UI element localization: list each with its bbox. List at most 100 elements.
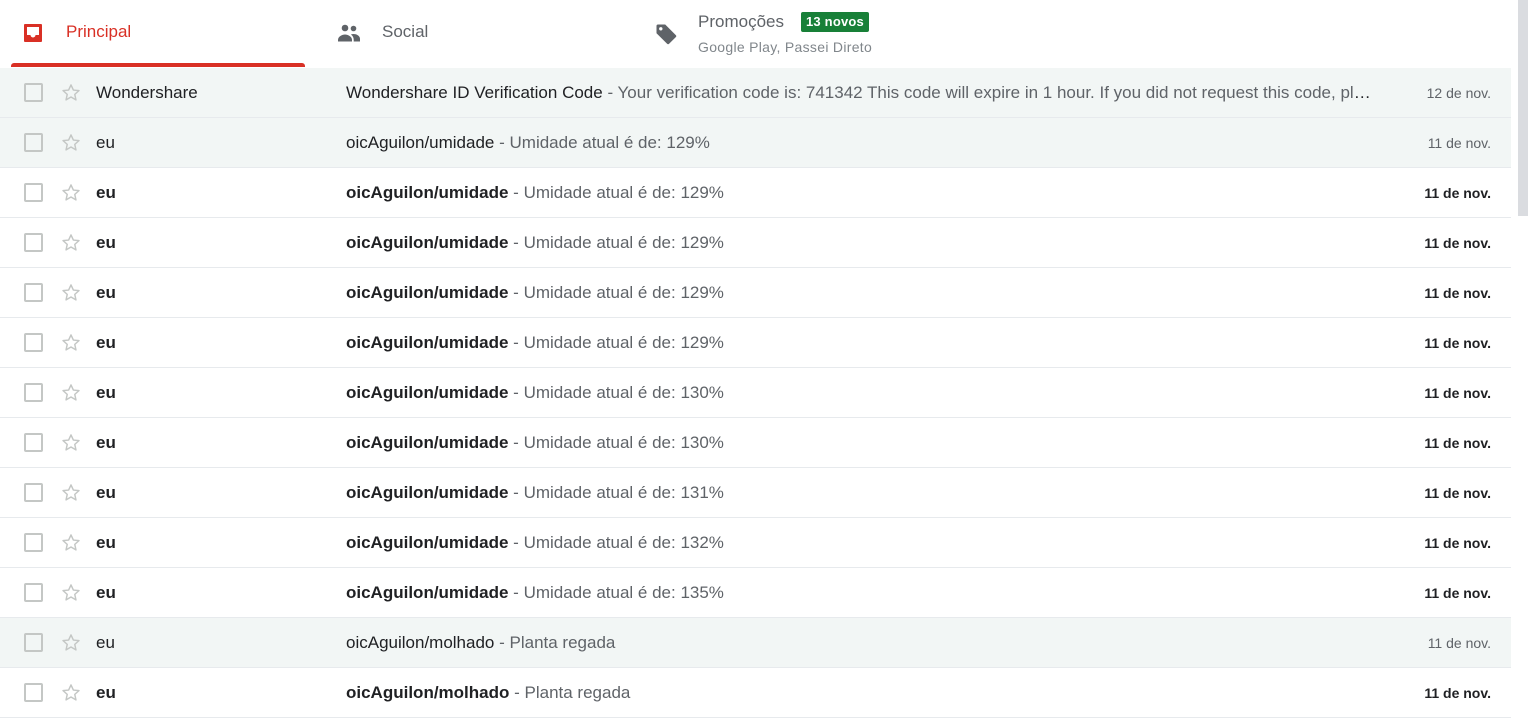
email-separator: - xyxy=(508,283,524,302)
email-sender: eu xyxy=(96,483,116,502)
email-row[interactable]: eu oicAguilon/umidade - Umidade atual é d… xyxy=(0,568,1511,618)
email-row[interactable]: eu oicAguilon/molhado - Planta regada 11 d… xyxy=(0,668,1511,718)
email-date: 11 de nov. xyxy=(1424,485,1491,501)
email-row[interactable]: eu oicAguilon/umidade - Umidade atual é d… xyxy=(0,218,1511,268)
star-icon[interactable] xyxy=(60,232,82,254)
email-sender: eu xyxy=(96,433,116,452)
email-separator: - xyxy=(508,583,524,602)
star-icon[interactable] xyxy=(60,532,82,554)
star-icon[interactable] xyxy=(60,282,82,304)
star-icon[interactable] xyxy=(60,682,82,704)
star-icon[interactable] xyxy=(60,382,82,404)
tag-icon xyxy=(656,24,677,45)
email-sender: eu xyxy=(96,333,116,352)
select-checkbox[interactable] xyxy=(24,333,43,352)
email-row[interactable]: eu oicAguilon/umidade - Umidade atual é d… xyxy=(0,368,1511,418)
tab-promocoes-label: Promoções xyxy=(698,12,784,31)
email-sender: eu xyxy=(96,233,116,252)
email-sender: eu xyxy=(96,183,116,202)
email-separator: - xyxy=(508,533,524,552)
select-checkbox[interactable] xyxy=(24,383,43,402)
email-subject: oicAguilon/molhado xyxy=(346,633,495,652)
select-checkbox[interactable] xyxy=(24,183,43,202)
select-checkbox[interactable] xyxy=(24,483,43,502)
select-checkbox[interactable] xyxy=(24,583,43,602)
select-checkbox[interactable] xyxy=(24,133,43,152)
email-separator: - xyxy=(508,233,524,252)
email-date: 11 de nov. xyxy=(1424,185,1491,201)
select-checkbox[interactable] xyxy=(24,283,43,302)
email-snippet: Umidade atual é de: 131% xyxy=(523,483,724,502)
email-separator: - xyxy=(494,133,510,152)
select-checkbox[interactable] xyxy=(24,633,43,652)
email-date: 12 de nov. xyxy=(1426,85,1491,101)
select-checkbox[interactable] xyxy=(24,83,43,102)
email-subject: oicAguilon/umidade xyxy=(346,233,509,252)
email-snippet: Your verification code is: 741342 This c… xyxy=(617,83,1376,102)
email-sender: eu xyxy=(96,683,116,702)
email-content: oicAguilon/umidade - Umidade atual é de:… xyxy=(346,133,1376,153)
email-separator: - xyxy=(494,633,510,652)
people-icon xyxy=(338,24,360,42)
email-row[interactable]: eu oicAguilon/umidade - Umidade atual é d… xyxy=(0,168,1511,218)
star-icon[interactable] xyxy=(60,482,82,504)
email-row[interactable]: eu oicAguilon/umidade - Umidade atual é d… xyxy=(0,268,1511,318)
star-icon[interactable] xyxy=(60,432,82,454)
star-icon[interactable] xyxy=(60,82,82,104)
email-snippet: Umidade atual é de: 129% xyxy=(509,133,710,152)
email-content: oicAguilon/umidade - Umidade atual é de:… xyxy=(346,233,1376,253)
email-row[interactable]: Wondershare Wondershare ID Verification C… xyxy=(0,68,1511,118)
email-separator: - xyxy=(508,333,524,352)
star-icon[interactable] xyxy=(60,582,82,604)
email-date: 11 de nov. xyxy=(1424,335,1491,351)
email-subject: oicAguilon/umidade xyxy=(346,183,509,202)
email-snippet: Planta regada xyxy=(524,683,631,702)
select-checkbox[interactable] xyxy=(24,433,43,452)
email-snippet: Umidade atual é de: 130% xyxy=(523,433,724,452)
email-snippet: Umidade atual é de: 129% xyxy=(523,183,724,202)
email-row[interactable]: eu oicAguilon/molhado - Planta regada 11 d… xyxy=(0,618,1511,668)
tab-social-label: Social xyxy=(382,22,429,41)
star-icon[interactable] xyxy=(60,182,82,204)
category-tabs: Principal Social Promoções 13 novos Goog… xyxy=(0,0,1511,67)
email-content: oicAguilon/umidade - Umidade atual é de:… xyxy=(346,433,1376,453)
email-sender: Wondershare xyxy=(96,83,198,102)
email-subject: oicAguilon/molhado xyxy=(346,683,510,702)
email-content: oicAguilon/umidade - Umidade atual é de:… xyxy=(346,283,1376,303)
scrollbar[interactable] xyxy=(1516,0,1530,715)
email-content: oicAguilon/umidade - Umidade atual é de:… xyxy=(346,483,1376,503)
email-subject: oicAguilon/umidade xyxy=(346,483,509,502)
email-separator: - xyxy=(602,83,618,102)
email-row[interactable]: eu oicAguilon/umidade - Umidade atual é d… xyxy=(0,318,1511,368)
star-icon[interactable] xyxy=(60,632,82,654)
email-content: oicAguilon/molhado - Planta regada xyxy=(346,683,1376,703)
email-date: 11 de nov. xyxy=(1424,285,1491,301)
email-row[interactable]: eu oicAguilon/umidade - Umidade atual é d… xyxy=(0,468,1511,518)
scrollbar-thumb[interactable] xyxy=(1518,0,1528,216)
email-sender: eu xyxy=(96,533,116,552)
email-row[interactable]: eu oicAguilon/umidade - Umidade atual é d… xyxy=(0,518,1511,568)
email-subject: oicAguilon/umidade xyxy=(346,533,509,552)
email-subject: oicAguilon/umidade xyxy=(346,583,509,602)
select-checkbox[interactable] xyxy=(24,233,43,252)
email-row[interactable]: eu oicAguilon/umidade - Umidade atual é d… xyxy=(0,418,1511,468)
tab-promocoes[interactable]: Promoções 13 novos Google Play, Passei D… xyxy=(640,0,960,67)
email-sender: eu xyxy=(96,633,115,652)
email-date: 11 de nov. xyxy=(1427,635,1491,651)
email-row[interactable]: eu oicAguilon/umidade - Umidade atual é d… xyxy=(0,118,1511,168)
select-checkbox[interactable] xyxy=(24,533,43,552)
tab-principal[interactable]: Principal xyxy=(11,0,305,67)
email-content: oicAguilon/umidade - Umidade atual é de:… xyxy=(346,183,1376,203)
star-icon[interactable] xyxy=(60,132,82,154)
email-snippet: Umidade atual é de: 129% xyxy=(523,283,724,302)
tab-social[interactable]: Social xyxy=(323,0,623,67)
email-subject: Wondershare ID Verification Code xyxy=(346,83,603,102)
email-snippet: Umidade atual é de: 129% xyxy=(523,333,724,352)
email-separator: - xyxy=(508,483,524,502)
new-count-badge: 13 novos xyxy=(801,12,869,32)
email-subject: oicAguilon/umidade xyxy=(346,133,495,152)
star-icon[interactable] xyxy=(60,332,82,354)
email-subject: oicAguilon/umidade xyxy=(346,333,509,352)
inbox-main: Principal Social Promoções 13 novos Goog… xyxy=(0,0,1511,718)
select-checkbox[interactable] xyxy=(24,683,43,702)
